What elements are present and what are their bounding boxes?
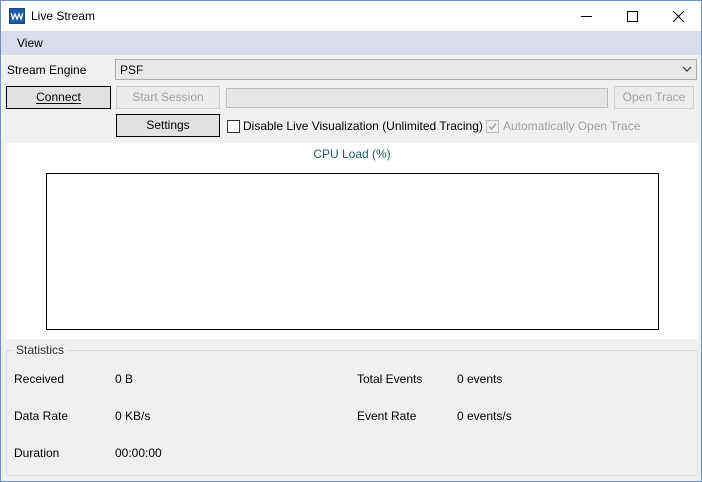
title-bar[interactable]: Live Stream <box>1 1 701 31</box>
auto-open-trace-checkbox[interactable] <box>486 120 499 133</box>
connect-button-label: Connect <box>36 90 81 104</box>
chart-title: CPU Load (%) <box>313 147 391 161</box>
start-session-button[interactable]: Start Session <box>116 86 220 109</box>
disable-live-visualization-checkbox[interactable] <box>227 120 240 133</box>
stream-engine-select[interactable]: PSF <box>115 59 697 80</box>
live-stream-window: Live Stream View Stream Engine PSF Conne… <box>0 0 702 482</box>
session-progress-bar <box>226 88 608 108</box>
total-events-value: 0 events <box>457 372 503 386</box>
event-rate-value: 0 events/s <box>457 409 512 423</box>
settings-button-label: Settings <box>146 118 190 132</box>
open-trace-button[interactable]: Open Trace <box>614 86 694 109</box>
statistics-group: Statistics Received 0 B Data Rate 0 KB/s… <box>6 343 698 476</box>
received-value: 0 B <box>115 372 134 386</box>
data-rate-value: 0 KB/s <box>115 409 151 423</box>
window-title: Live Stream <box>31 9 96 23</box>
maximize-button[interactable] <box>609 1 655 31</box>
connect-button[interactable]: Connect <box>6 86 111 109</box>
start-session-button-label: Start Session <box>132 90 204 104</box>
event-rate-label: Event Rate <box>357 409 417 423</box>
close-button[interactable] <box>655 1 701 31</box>
duration-label: Duration <box>14 446 60 460</box>
menu-bar: View <box>1 31 701 55</box>
auto-open-trace-label[interactable]: Automatically Open Trace <box>503 119 640 133</box>
total-events-label: Total Events <box>357 372 423 386</box>
plot-area <box>46 173 659 330</box>
settings-button[interactable]: Settings <box>116 114 220 137</box>
data-rate-label: Data Rate <box>14 409 69 423</box>
app-icon <box>9 8 25 24</box>
statistics-title: Statistics <box>14 343 67 357</box>
open-trace-button-label: Open Trace <box>622 90 686 104</box>
duration-value: 00:00:00 <box>115 446 162 460</box>
maximize-icon <box>627 11 638 22</box>
disable-live-visualization-label[interactable]: Disable Live Visualization (Unlimited Tr… <box>243 119 483 133</box>
menu-view[interactable]: View <box>17 36 43 50</box>
received-label: Received <box>14 372 65 386</box>
close-icon <box>673 11 684 22</box>
chevron-down-icon <box>682 66 692 72</box>
cpu-load-chart: CPU Load (%) <box>6 143 698 339</box>
stream-engine-label: Stream Engine <box>7 63 87 77</box>
checkmark-icon <box>488 123 497 131</box>
minimize-button[interactable] <box>563 1 609 31</box>
minimize-icon <box>581 16 592 17</box>
stream-engine-value: PSF <box>120 63 144 77</box>
